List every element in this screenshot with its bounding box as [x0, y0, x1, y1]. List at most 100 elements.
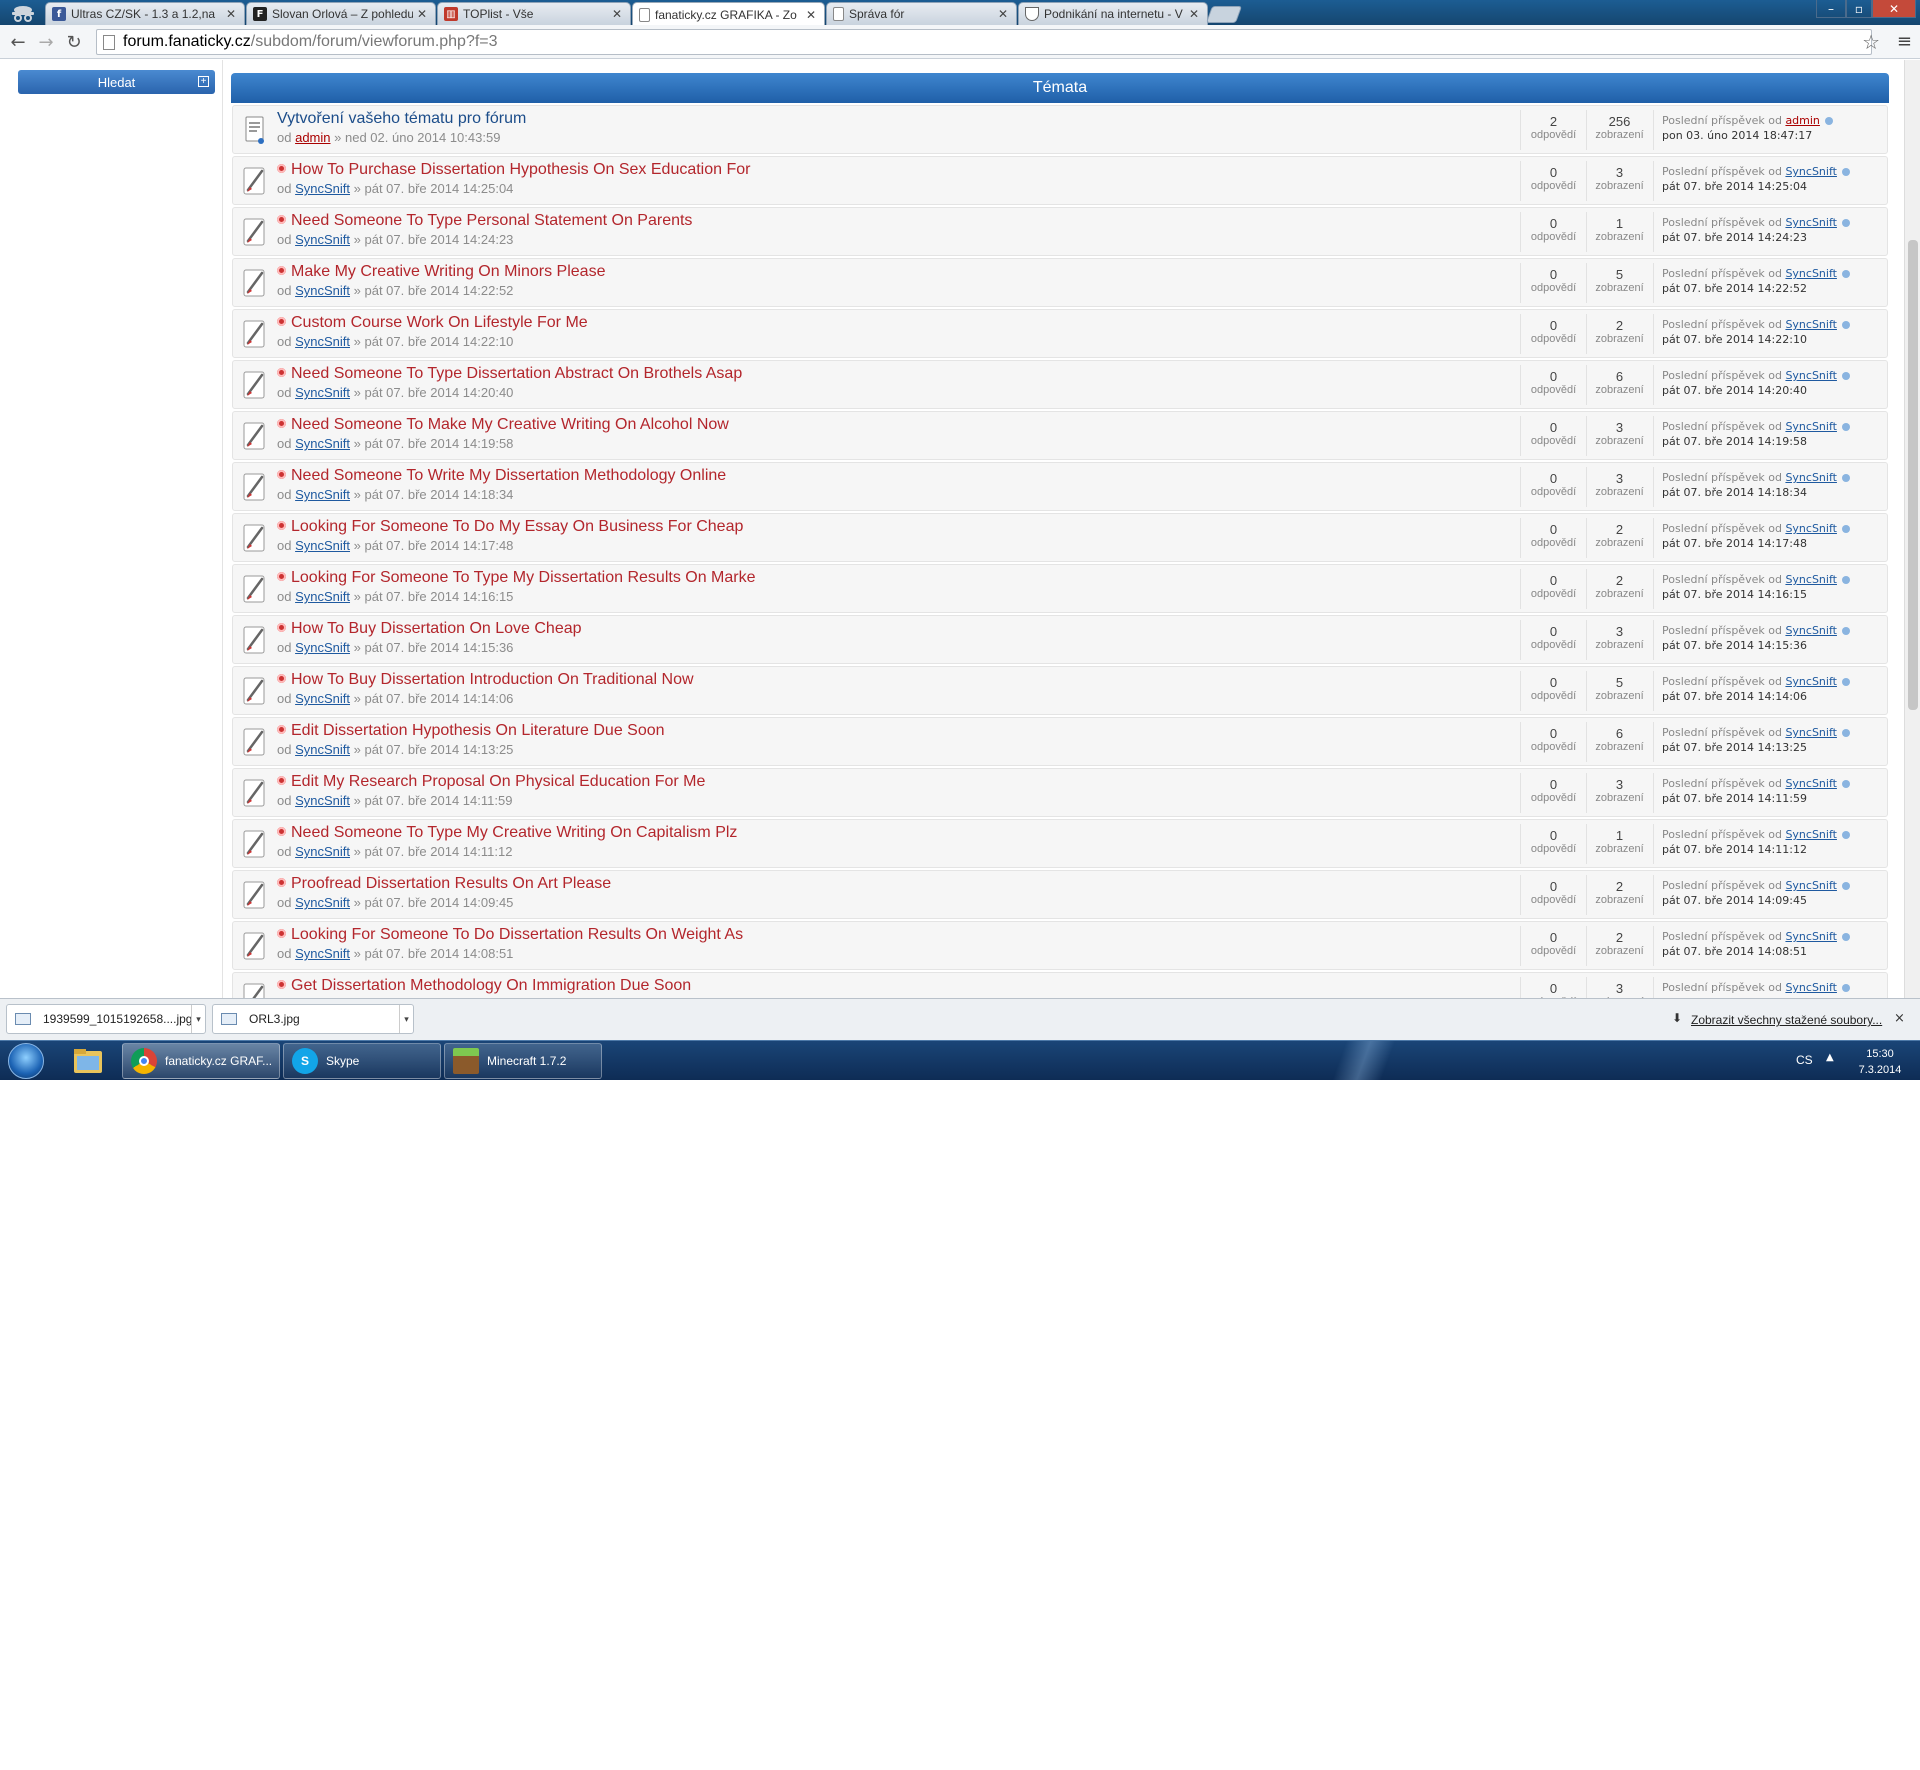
go-to-post-icon[interactable] [1841, 984, 1850, 992]
close-tab-icon[interactable]: ✕ [226, 7, 238, 21]
topic-author-link[interactable]: admin [295, 130, 330, 145]
topic-author-link[interactable]: SyncSnift [295, 640, 350, 655]
tab-2[interactable]: F Slovan Orlová – Z pohledu ✕ [246, 2, 436, 25]
topic-title-link[interactable]: Need Someone To Type My Creative Writing… [291, 824, 737, 841]
unread-dot-icon[interactable] [277, 929, 286, 938]
unread-dot-icon[interactable] [277, 980, 286, 989]
close-window-button[interactable]: ✕ [1872, 0, 1916, 18]
last-post-author-link[interactable]: SyncSnift [1785, 471, 1837, 484]
bookmark-star-icon[interactable]: ☆ [1862, 30, 1880, 54]
topic-title-link[interactable]: Proofread Dissertation Results On Art Pl… [291, 875, 611, 892]
unread-dot-icon[interactable] [277, 470, 286, 479]
explorer-icon[interactable] [58, 1043, 118, 1079]
last-post-author-link[interactable]: SyncSnift [1785, 216, 1837, 229]
go-to-post-icon[interactable] [1841, 423, 1850, 431]
download-item[interactable]: 1939599_1015192658....jpg ▾ [6, 1004, 206, 1034]
chevron-down-icon[interactable]: ▾ [399, 1005, 413, 1033]
close-tab-icon[interactable]: ✕ [806, 8, 818, 22]
go-to-post-icon[interactable] [1841, 168, 1850, 176]
last-post-author-link[interactable]: SyncSnift [1785, 675, 1837, 688]
topic-title-link[interactable]: How To Buy Dissertation Introduction On … [291, 671, 694, 688]
new-tab-button[interactable] [1205, 6, 1243, 23]
unread-dot-icon[interactable] [277, 878, 286, 887]
last-post-author-link[interactable]: SyncSnift [1785, 318, 1837, 331]
topic-title-link[interactable]: How To Purchase Dissertation Hypothesis … [291, 161, 750, 178]
tab-4[interactable]: fanaticky.cz GRAFIKA - Zo ✕ [632, 2, 825, 26]
topic-author-link[interactable]: SyncSnift [295, 487, 350, 502]
last-post-author-link[interactable]: SyncSnift [1785, 522, 1837, 535]
unread-dot-icon[interactable] [277, 368, 286, 377]
topic-title-link[interactable]: Edit Dissertation Hypothesis On Literatu… [291, 722, 665, 739]
topic-author-link[interactable]: SyncSnift [295, 538, 350, 553]
go-to-post-icon[interactable] [1841, 576, 1850, 584]
topic-author-link[interactable]: SyncSnift [295, 181, 350, 196]
go-to-post-icon[interactable] [1841, 678, 1850, 686]
go-to-post-icon[interactable] [1841, 780, 1850, 788]
show-all-downloads-link[interactable]: Zobrazit všechny stažené soubory... [1691, 1013, 1882, 1027]
unread-dot-icon[interactable] [277, 674, 286, 683]
back-arrow-icon[interactable]: ← [6, 31, 30, 53]
download-item[interactable]: ORL3.jpg ▾ [212, 1004, 414, 1034]
hamburger-menu-icon[interactable]: ≡ [1897, 31, 1912, 52]
go-to-post-icon[interactable] [1841, 831, 1850, 839]
forward-arrow-icon[interactable]: → [34, 31, 58, 53]
maximize-button[interactable]: ▫ [1846, 0, 1872, 18]
topic-title-link[interactable]: Need Someone To Make My Creative Writing… [291, 416, 729, 433]
topic-author-link[interactable]: SyncSnift [295, 793, 350, 808]
unread-dot-icon[interactable] [277, 725, 286, 734]
close-tab-icon[interactable]: ✕ [612, 7, 624, 21]
last-post-author-link[interactable]: SyncSnift [1785, 879, 1837, 892]
minimize-button[interactable]: – [1816, 0, 1846, 18]
topic-title-link[interactable]: Need Someone To Type Personal Statement … [291, 212, 692, 229]
go-to-post-icon[interactable] [1841, 219, 1850, 227]
go-to-post-icon[interactable] [1841, 882, 1850, 890]
topic-title-link[interactable]: Need Someone To Type Dissertation Abstra… [291, 365, 742, 382]
unread-dot-icon[interactable] [277, 521, 286, 530]
unread-dot-icon[interactable] [277, 317, 286, 326]
reload-icon[interactable]: ↻ [62, 31, 86, 53]
tab-6[interactable]: Podnikání na internetu - V ✕ [1018, 2, 1208, 25]
topic-title-link[interactable]: Looking For Someone To Do Dissertation R… [291, 926, 743, 943]
close-tab-icon[interactable]: ✕ [998, 7, 1010, 21]
unread-dot-icon[interactable] [277, 419, 286, 428]
last-post-author-link[interactable]: SyncSnift [1785, 624, 1837, 637]
topic-title-link[interactable]: Need Someone To Write My Dissertation Me… [291, 467, 726, 484]
tab-3[interactable]: ▥ TOPlist - Vše ✕ [437, 2, 631, 25]
incognito-icon[interactable] [5, 2, 41, 23]
scrollbar-thumb[interactable] [1908, 240, 1918, 710]
last-post-author-link[interactable]: SyncSnift [1785, 981, 1837, 994]
taskbar-button[interactable]: S Skype [283, 1043, 441, 1079]
last-post-author-link[interactable]: SyncSnift [1785, 726, 1837, 739]
expand-plus-icon[interactable]: + [198, 76, 209, 87]
tab-5[interactable]: Správa fór ✕ [826, 2, 1017, 25]
address-bar[interactable]: forum.fanaticky.cz/subdom/forum/viewforu… [96, 29, 1872, 55]
go-to-post-icon[interactable] [1841, 729, 1850, 737]
topic-author-link[interactable]: SyncSnift [295, 742, 350, 757]
go-to-post-icon[interactable] [1841, 627, 1850, 635]
go-to-post-icon[interactable] [1841, 372, 1850, 380]
taskbar-button[interactable]: fanaticky.cz GRAF... [122, 1043, 280, 1079]
topic-author-link[interactable]: SyncSnift [295, 895, 350, 910]
last-post-author-link[interactable]: SyncSnift [1785, 420, 1837, 433]
topic-title-link[interactable]: How To Buy Dissertation On Love Cheap [291, 620, 582, 637]
unread-dot-icon[interactable] [277, 266, 286, 275]
close-tab-icon[interactable]: ✕ [1189, 7, 1201, 21]
chevron-down-icon[interactable]: ▾ [191, 1005, 205, 1033]
unread-dot-icon[interactable] [277, 827, 286, 836]
last-post-author-link[interactable]: SyncSnift [1785, 573, 1837, 586]
go-to-post-icon[interactable] [1841, 933, 1850, 941]
system-clock[interactable]: 15:30 7.3.2014 [1850, 1046, 1910, 1078]
language-indicator[interactable]: CS [1796, 1053, 1813, 1067]
last-post-author-link[interactable]: SyncSnift [1785, 828, 1837, 841]
go-to-post-icon[interactable] [1841, 270, 1850, 278]
topic-author-link[interactable]: SyncSnift [295, 946, 350, 961]
go-to-post-icon[interactable] [1841, 321, 1850, 329]
topic-author-link[interactable]: SyncSnift [295, 334, 350, 349]
go-to-post-icon[interactable] [1841, 525, 1850, 533]
topic-author-link[interactable]: SyncSnift [295, 844, 350, 859]
topic-author-link[interactable]: SyncSnift [295, 436, 350, 451]
unread-dot-icon[interactable] [277, 623, 286, 632]
topic-title-link[interactable]: Looking For Someone To Type My Dissertat… [291, 569, 756, 586]
last-post-author-link[interactable]: SyncSnift [1785, 777, 1837, 790]
last-post-author-link[interactable]: SyncSnift [1785, 267, 1837, 280]
